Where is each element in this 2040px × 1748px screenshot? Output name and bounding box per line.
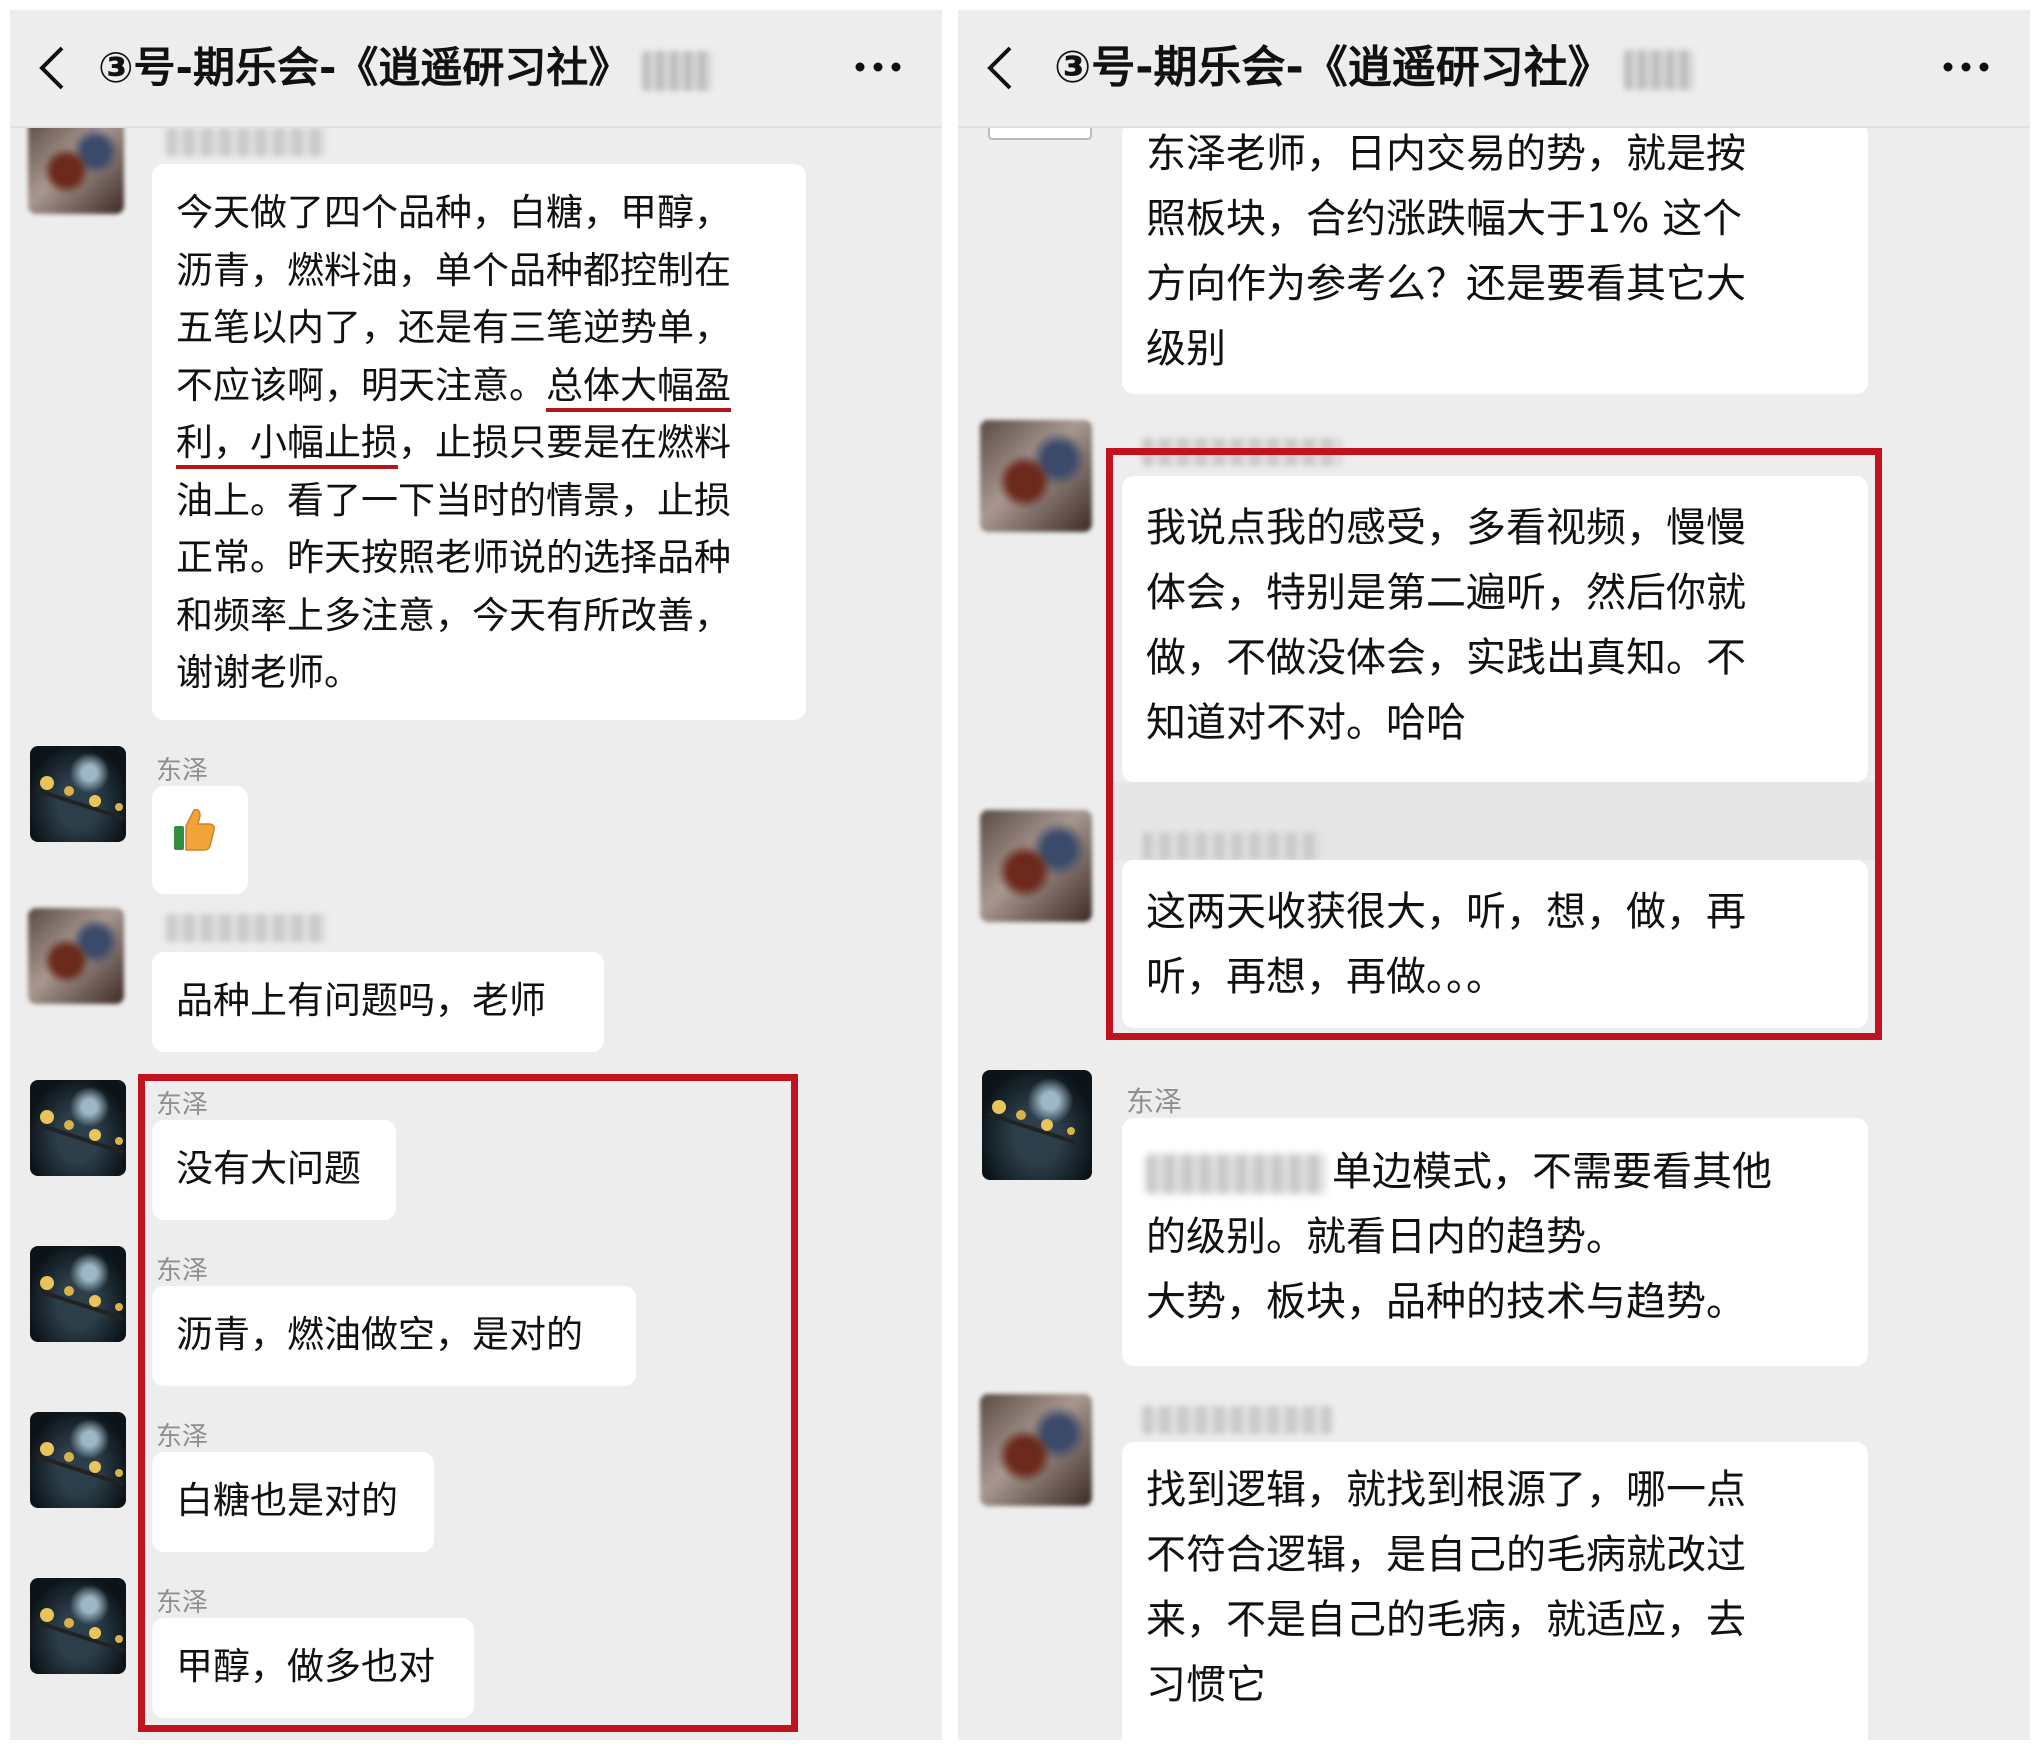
blurred-mention xyxy=(1146,1154,1326,1194)
message-bubble[interactable]: 甲醇，做多也对 xyxy=(152,1618,474,1718)
message-line: 油上。看了一下当时的情景，止损 xyxy=(176,478,731,522)
message-line: 品种上有问题吗，老师 xyxy=(176,979,546,1022)
blurred-member-count xyxy=(1623,50,1694,90)
message-bubble[interactable]: 找到逻辑，就找到根源了，哪一点 不符合逻辑，是自己的毛病就改过 来，不是自己的毛… xyxy=(1122,1442,1868,1740)
message-line: 习惯它 xyxy=(1146,1662,1266,1708)
thumbs-up-icon xyxy=(174,808,215,851)
blurred-member-count xyxy=(642,50,713,91)
message-line: 体会，特别是第二遍听，然后你就 xyxy=(1146,570,1746,616)
chat-title: ③号-期乐会-《逍遥研习社》 xyxy=(1054,42,1694,94)
avatar[interactable] xyxy=(980,420,1092,532)
message-line: 正常。昨天按照老师说的选择品种 xyxy=(176,536,731,579)
message-line: 找到逻辑，就找到根源了，哪一点 xyxy=(1146,1467,1746,1513)
sender-name: 东泽 xyxy=(156,756,209,786)
message-line: 谢谢老师。 xyxy=(176,651,361,694)
message-bubble[interactable]: 没有大问题 xyxy=(152,1120,396,1220)
chat-header: ③号-期乐会-《逍遥研习社》 xyxy=(10,10,942,128)
message-line: 东泽老师，日内交易的势，就是按 xyxy=(1146,131,1746,177)
message-line: 和频率上多注意，今天有所改善， xyxy=(176,593,731,637)
message-line: 来，不是自己的毛病，就适应，去 xyxy=(1146,1597,1746,1643)
sender-name-blurred xyxy=(1142,1406,1332,1434)
message-bubble[interactable]: 单边模式，不需要看其他 的级别。就看日内的趋势。 大势，板块，品种的技术与趋势。 xyxy=(1122,1118,1868,1366)
sender-name: 东泽 xyxy=(1126,1085,1183,1118)
sender-name: 东泽 xyxy=(156,1588,209,1618)
message-bubble[interactable]: 今天做了四个品种，白糖，甲醇， 沥青，燃料油，单个品种都控制在 五笔以内了，还是… xyxy=(152,164,806,720)
message-line: 利，小幅止损，止损只要是在燃料 xyxy=(176,421,731,464)
avatar[interactable] xyxy=(30,1080,126,1176)
message-line: 我说点我的感受，多看视频，慢慢 xyxy=(1146,505,1746,551)
message-line: 不符合逻辑，是自己的毛病就改过 xyxy=(1146,1532,1746,1578)
message-line: 五笔以内了，还是有三笔逆势单， xyxy=(176,306,731,349)
message-line: 的级别。就看日内的趋势。 xyxy=(1146,1214,1626,1260)
message-line: 沥青，燃料油，单个品种都控制在 xyxy=(176,248,731,292)
message-line: 单边模式，不需要看其他 xyxy=(1146,1140,1844,1205)
message-bubble[interactable]: 白糖也是对的 xyxy=(152,1452,434,1552)
message-line: 大势，板块，品种的技术与趋势。 xyxy=(1146,1279,1746,1325)
message-line: 知道对不对。哈哈 xyxy=(1146,700,1466,746)
chat-header: ③号-期乐会-《逍遥研习社》 xyxy=(958,10,2030,128)
message-bubble[interactable]: 沥青，燃油做空，是对的 xyxy=(152,1286,636,1386)
sender-name-blurred xyxy=(166,914,326,942)
message-line: 没有大问题 xyxy=(176,1147,361,1190)
chat-panel-right: ③号-期乐会-《逍遥研习社》 东泽老师，日内交易的势，就是按 照板块，合约涨跌幅… xyxy=(958,10,2030,1740)
message-line: 甲醇，做多也对 xyxy=(176,1645,435,1688)
avatar[interactable] xyxy=(28,118,124,214)
sender-name: 东泽 xyxy=(156,1090,209,1120)
more-icon[interactable] xyxy=(1940,54,1992,80)
underlined-text: 总体大幅盈 xyxy=(546,363,731,407)
message-bubble[interactable] xyxy=(152,786,248,894)
avatar[interactable] xyxy=(30,746,126,842)
back-icon[interactable] xyxy=(32,42,76,94)
message-line: 这两天收获很大，听，想，做，再 xyxy=(1146,889,1746,935)
message-line: 不应该啊，明天注意。总体大幅盈 xyxy=(176,363,731,407)
avatar[interactable] xyxy=(30,1412,126,1508)
message-line: 沥青，燃油做空，是对的 xyxy=(176,1313,583,1356)
chat-title: ③号-期乐会-《逍遥研习社》 xyxy=(98,42,713,94)
avatar[interactable] xyxy=(28,908,124,1004)
avatar[interactable] xyxy=(30,1578,126,1674)
message-line: 级别 xyxy=(1146,326,1226,372)
sender-name-blurred xyxy=(166,128,326,156)
avatar[interactable] xyxy=(30,1246,126,1342)
sender-name: 东泽 xyxy=(156,1256,209,1286)
sender-name: 东泽 xyxy=(156,1422,209,1452)
message-bubble[interactable]: 东泽老师，日内交易的势，就是按 照板块，合约涨跌幅大于1% 这个 方向作为参考么… xyxy=(1122,122,1868,394)
message-line: 今天做了四个品种，白糖，甲醇， xyxy=(176,191,731,234)
avatar[interactable] xyxy=(980,1394,1092,1506)
message-line: 听，再想，再做。。。 xyxy=(1146,954,1506,1000)
avatar[interactable] xyxy=(982,1070,1092,1180)
message-line: 照板块，合约涨跌幅大于1% 这个 xyxy=(1146,196,1743,242)
message-bubble[interactable]: 我说点我的感受，多看视频，慢慢 体会，特别是第二遍听，然后你就 做，不做没体会，… xyxy=(1122,476,1868,782)
message-line: 方向作为参考么？还是要看其它大 xyxy=(1146,261,1746,307)
message-bubble[interactable]: 这两天收获很大，听，想，做，再 听，再想，再做。。。 xyxy=(1122,860,1868,1028)
sender-name-blurred xyxy=(1142,438,1342,466)
message-bubble[interactable]: 品种上有问题吗，老师 xyxy=(152,952,604,1052)
chat-panel-left: ③号-期乐会-《逍遥研习社》 今天做了四个品种，白糖，甲醇， 沥青，燃料油，单个… xyxy=(10,10,942,1740)
message-line: 白糖也是对的 xyxy=(176,1479,398,1522)
avatar[interactable] xyxy=(980,810,1092,922)
more-icon[interactable] xyxy=(852,54,904,80)
underlined-text: 利，小幅止损 xyxy=(176,421,398,464)
sender-name-blurred xyxy=(1142,832,1322,860)
back-icon[interactable] xyxy=(980,42,1024,94)
message-line: 做，不做没体会，实践出真知。不 xyxy=(1146,635,1746,681)
